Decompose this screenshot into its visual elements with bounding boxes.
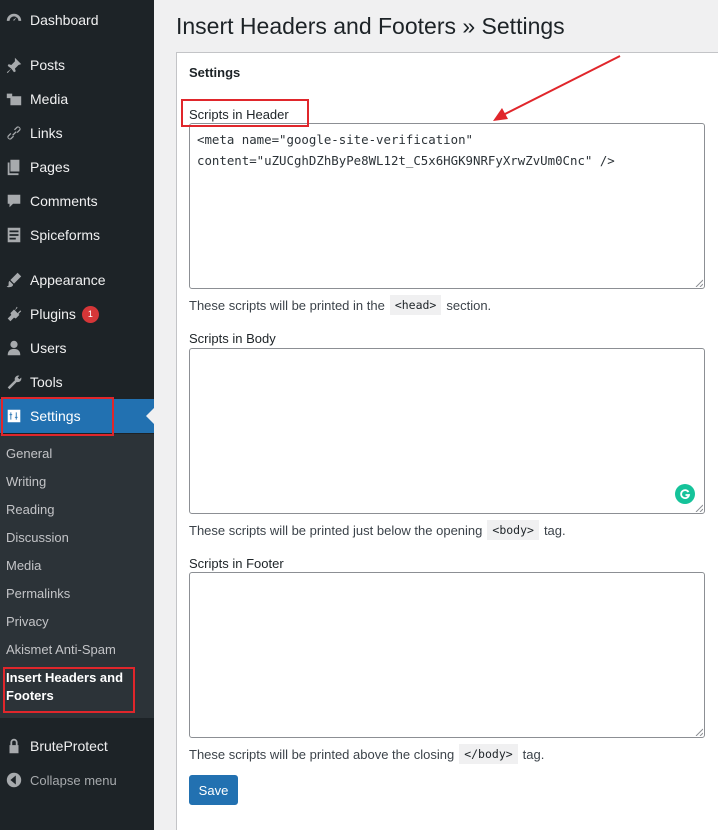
settings-submenu: General Writing Reading Discussion Media… [0,434,154,718]
submenu-permalinks[interactable]: Permalinks [6,586,70,601]
submenu-reading[interactable]: Reading [6,502,54,517]
lock-icon [4,736,24,756]
menu-item-label: Users [30,340,67,356]
menu-item-comments[interactable]: Comments [0,184,154,218]
collapse-label: Collapse menu [30,772,117,788]
header-scripts-label: Scripts in Header [189,107,289,122]
media-icon [4,89,24,109]
help-text: These scripts will be printed just below… [189,522,483,538]
admin-sidebar: Dashboard Posts Media Links Pages Commen… [0,0,154,830]
submenu-privacy[interactable]: Privacy [6,614,49,629]
menu-item-pages[interactable]: Pages [0,150,154,184]
help-text: These scripts will be printed in the [189,297,385,313]
submenu-insert-headers-footers[interactable]: Insert Headers and Footers [6,669,126,705]
form-icon [4,225,24,245]
menu-item-label: Links [30,125,63,141]
dashboard-icon [4,10,24,30]
menu-item-label: Tools [30,374,63,390]
help-text: section. [446,297,492,313]
grammarly-icon[interactable] [675,484,695,504]
head-tag-code: <head> [389,295,442,315]
help-text: tag. [543,522,566,538]
menu-item-label: Dashboard [30,12,99,28]
submenu-discussion[interactable]: Discussion [6,530,69,545]
menu-item-label: Posts [30,57,66,73]
header-scripts-textarea[interactable]: <meta name="google-site-verification" co… [189,123,705,289]
menu-item-dashboard[interactable]: Dashboard [0,3,154,37]
menu-item-tools[interactable]: Tools [0,365,154,399]
update-count-badge: 1 [81,305,99,323]
menu-item-label: Settings [30,408,81,424]
help-text: tag. [522,746,545,762]
resize-handle-icon[interactable] [695,504,703,512]
menu-item-media[interactable]: Media [0,82,154,116]
menu-item-label: Pages [30,159,70,175]
collapse-icon [4,770,24,790]
body-scripts-label: Scripts in Body [189,331,276,346]
page-title: Insert Headers and Footers » Settings [176,13,565,39]
pages-icon [4,157,24,177]
closing-body-tag-code: </body> [459,744,518,764]
footer-help-text: These scripts will be printed above the … [189,744,544,764]
submenu-akismet[interactable]: Akismet Anti-Spam [6,642,116,657]
footer-scripts-label: Scripts in Footer [189,556,284,571]
help-text: These scripts will be printed above the … [189,746,455,762]
submenu-general[interactable]: General [6,446,52,461]
footer-scripts-textarea[interactable] [189,572,705,738]
submenu-media[interactable]: Media [6,558,41,573]
link-icon [4,123,24,143]
menu-item-posts[interactable]: Posts [0,48,154,82]
resize-handle-icon[interactable] [695,728,703,736]
body-help-text: These scripts will be printed just below… [189,520,566,540]
body-tag-code: <body> [487,520,539,540]
menu-item-label: Spiceforms [30,227,101,243]
menu-item-label: Media [30,91,69,107]
menu-item-label: Comments [30,193,98,209]
menu-item-label: BruteProtect [30,738,108,754]
menu-item-bruteprotect[interactable]: BruteProtect [0,729,154,763]
menu-item-appearance[interactable]: Appearance [0,263,154,297]
menu-item-plugins[interactable]: Plugins 1 [0,297,154,331]
menu-item-label: Plugins [30,306,76,322]
pin-icon [4,55,24,75]
current-menu-arrow [146,408,154,424]
user-icon [4,338,24,358]
save-button[interactable]: Save [189,775,238,805]
comment-icon [4,191,24,211]
menu-item-spiceforms[interactable]: Spiceforms [0,218,154,252]
settings-icon [4,406,24,426]
menu-item-settings[interactable]: Settings [0,399,154,433]
menu-item-users[interactable]: Users [0,331,154,365]
panel-heading: Settings [189,65,241,80]
collapse-menu-button[interactable]: Collapse menu [0,763,154,797]
submenu-writing[interactable]: Writing [6,474,46,489]
plugin-icon [4,304,24,324]
menu-item-label: Appearance [30,272,106,288]
brush-icon [4,270,24,290]
header-help-text: These scripts will be printed in the <he… [189,295,491,315]
resize-handle-icon[interactable] [695,279,703,287]
menu-item-links[interactable]: Links [0,116,154,150]
wrench-icon [4,372,24,392]
body-scripts-textarea[interactable] [189,348,705,514]
